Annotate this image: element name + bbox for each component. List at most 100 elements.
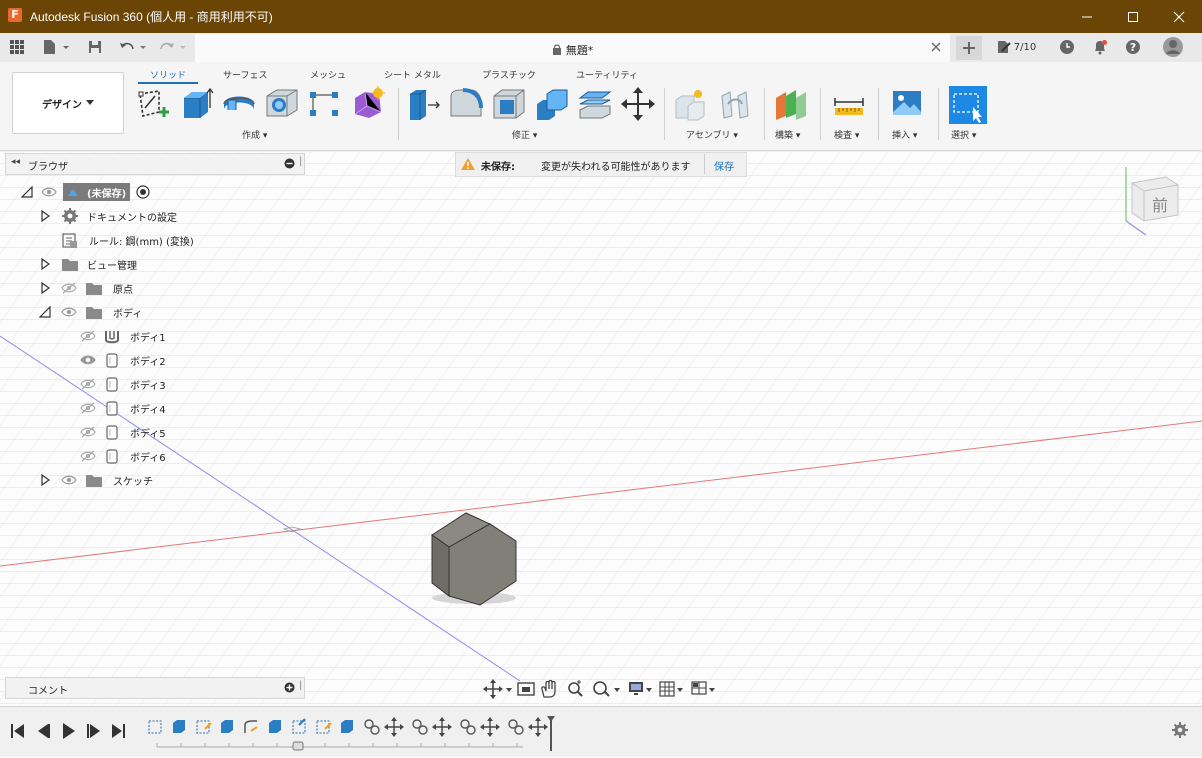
inspect-group-menu[interactable]: 検査 ▾ xyxy=(834,128,859,141)
measure-button[interactable] xyxy=(832,86,866,122)
activate-radio-icon[interactable] xyxy=(136,185,150,199)
tree-label: ボディ4 xyxy=(130,404,166,416)
select-button[interactable] xyxy=(949,86,987,124)
browser-header[interactable]: ◂◂ ブラウザ | xyxy=(5,153,305,175)
zoom-window-icon xyxy=(593,681,620,697)
tree-item-body4[interactable]: ボディ4 xyxy=(80,396,166,420)
fillet-button[interactable] xyxy=(449,86,483,122)
tab-plastic[interactable]: プラスチック xyxy=(482,68,536,81)
window-select-icon xyxy=(953,93,982,123)
move-copy-button[interactable] xyxy=(621,86,655,122)
extrude-button[interactable] xyxy=(180,86,214,122)
timeline-settings-icon[interactable] xyxy=(1171,721,1189,739)
hidden-eye-icon[interactable] xyxy=(80,450,96,462)
insert-canvas-button[interactable] xyxy=(890,86,924,122)
hole-button[interactable] xyxy=(265,86,299,122)
minimize-button[interactable] xyxy=(1064,0,1110,33)
workspace-switcher[interactable]: デザイン xyxy=(12,72,124,134)
tree-item-body5[interactable]: ボディ5 xyxy=(80,420,166,444)
combine-button[interactable] xyxy=(535,86,569,122)
shell-button[interactable] xyxy=(492,86,526,122)
panel-grip-icon[interactable]: | xyxy=(299,680,302,691)
create-group-menu[interactable]: 作成 ▾ xyxy=(242,128,267,141)
select-group-menu[interactable]: 選択 ▾ xyxy=(951,128,976,141)
tree-item-origin[interactable]: 原点 xyxy=(39,276,133,300)
tab-surface[interactable]: サーフェス xyxy=(223,68,267,81)
tree-item-document-settings[interactable]: ドキュメントの設定 xyxy=(39,204,177,228)
press-pull-button[interactable] xyxy=(406,86,440,122)
create-form-button[interactable] xyxy=(351,86,385,122)
step-forward-icon xyxy=(87,724,100,738)
joint-feature-icon xyxy=(460,719,476,735)
pattern-button[interactable] xyxy=(308,86,342,122)
visibility-eye-icon[interactable] xyxy=(61,306,77,318)
navigation-bar xyxy=(478,677,723,701)
maximize-button[interactable] xyxy=(1110,0,1156,33)
offset-plane-button[interactable] xyxy=(774,86,808,122)
visibility-eye-icon xyxy=(41,187,57,197)
create-sketch-button[interactable] xyxy=(137,86,171,122)
collapsed-arrow-icon xyxy=(41,474,51,486)
job-status-button[interactable]: 7/10 xyxy=(992,37,1040,57)
tree-item-bodies[interactable]: ボディ xyxy=(39,300,142,324)
timeline-marker-icon xyxy=(547,716,555,751)
help-button[interactable]: ? xyxy=(1122,37,1144,57)
tree-root-row[interactable]: (未保存) xyxy=(21,180,150,204)
timeline-features[interactable] xyxy=(143,715,563,755)
tree-item-named-views[interactable]: ビュー管理 xyxy=(39,252,137,276)
tab-mesh[interactable]: メッシュ xyxy=(310,68,346,81)
visibility-eye-icon[interactable] xyxy=(61,474,77,486)
undo-button[interactable] xyxy=(117,37,149,57)
user-avatar[interactable] xyxy=(1160,35,1186,59)
save-link[interactable]: 保存 xyxy=(714,158,734,173)
tab-sheet-metal[interactable]: シート メタル xyxy=(384,68,441,81)
pan-hand-icon xyxy=(541,679,556,698)
comments-panel[interactable]: コメント | xyxy=(5,677,305,699)
construct-group-menu[interactable]: 構築 ▾ xyxy=(775,128,800,141)
new-component-button[interactable] xyxy=(672,86,706,122)
timeline-bar xyxy=(0,706,1202,757)
close-tab-button[interactable] xyxy=(931,40,941,56)
split-body-button[interactable] xyxy=(578,86,612,122)
assemble-group-menu[interactable]: アセンブリ ▾ xyxy=(686,128,738,141)
redo-button[interactable] xyxy=(157,37,189,57)
revolve-button[interactable] xyxy=(222,86,256,122)
minus-circle-icon[interactable] xyxy=(284,158,295,169)
play-icon xyxy=(63,723,75,739)
hidden-eye-icon[interactable] xyxy=(80,378,96,390)
file-menu-button[interactable] xyxy=(40,37,72,57)
comments-title: コメント xyxy=(28,686,68,697)
data-panel-button[interactable] xyxy=(6,37,28,57)
tab-utilities[interactable]: ユーティリティ xyxy=(576,68,638,81)
save-quick-button[interactable] xyxy=(84,37,106,57)
modify-group-menu[interactable]: 修正 ▾ xyxy=(512,128,537,141)
tree-item-body3[interactable]: ボディ3 xyxy=(80,372,166,396)
hidden-eye-icon[interactable] xyxy=(80,330,96,342)
new-tab-button[interactable] xyxy=(956,36,982,60)
tree-item-body2[interactable]: ボディ2 xyxy=(80,348,166,372)
tab-solid[interactable]: ソリッド xyxy=(137,68,199,84)
view-cube[interactable]: 前 xyxy=(1118,159,1188,239)
toolbar-separator xyxy=(398,88,399,140)
collapsed-arrow-icon xyxy=(41,258,51,270)
visibility-eye-icon[interactable] xyxy=(80,354,96,366)
joint-feature-icon xyxy=(412,719,428,735)
tree-item-sketches[interactable]: スケッチ xyxy=(39,468,153,492)
tree-item-body1[interactable]: ボディ1 xyxy=(80,324,166,348)
insert-group-menu[interactable]: 挿入 ▾ xyxy=(892,128,917,141)
close-window-button[interactable] xyxy=(1156,0,1202,33)
tree-item-units[interactable]: ルール: 鋼(mm) (変換) xyxy=(61,228,194,252)
collapse-browser-icon[interactable]: ◂◂ xyxy=(11,157,20,167)
history-button[interactable] xyxy=(1056,37,1078,57)
tree-item-body6[interactable]: ボディ6 xyxy=(80,444,166,468)
hidden-eye-icon[interactable] xyxy=(80,402,96,414)
plus-circle-icon[interactable] xyxy=(284,682,295,693)
hidden-eye-icon[interactable] xyxy=(80,426,96,438)
expanded-arrow-icon xyxy=(39,306,51,318)
joint-button[interactable] xyxy=(718,86,752,122)
hidden-eye-icon[interactable] xyxy=(61,282,77,294)
notifications-button[interactable] xyxy=(1089,37,1111,57)
panel-grip-icon[interactable]: | xyxy=(299,156,302,167)
document-tab[interactable]: 無題* xyxy=(195,34,950,62)
go-to-start-icon xyxy=(11,724,24,738)
